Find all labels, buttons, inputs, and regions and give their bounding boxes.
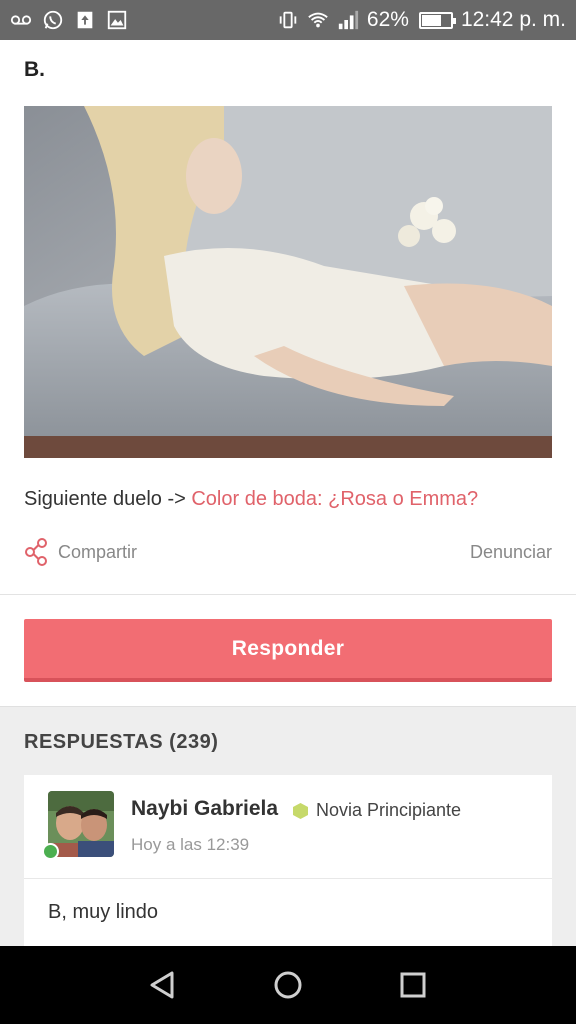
clock: 12:42 p. m.	[460, 8, 566, 31]
home-icon[interactable]	[271, 968, 305, 1002]
reply-text: B, muy lindo	[48, 901, 159, 923]
replies-title: RESPUESTAS (239)	[24, 731, 219, 753]
back-icon[interactable]	[146, 968, 180, 1002]
status-bar: 62% 12:42 p. m.	[0, 0, 576, 40]
hexagon-badge-icon	[292, 802, 309, 820]
whatsapp-icon	[42, 9, 64, 31]
battery-level	[421, 14, 441, 26]
voicemail-icon	[10, 9, 32, 31]
next-duel-line: Siguiente duelo -> Color de boda: ¿Rosa …	[24, 488, 478, 511]
status-left-icons	[10, 9, 128, 31]
share-button[interactable]: Compartir	[24, 537, 137, 567]
online-indicator	[42, 843, 59, 860]
reply-timestamp: Hoy a las 12:39	[131, 835, 250, 854]
recents-icon[interactable]	[396, 968, 430, 1002]
replies-section: RESPUESTAS (239) Naybi Gabriela Novia Pr…	[0, 706, 576, 955]
navigation-bar	[0, 946, 576, 1024]
next-duel-prefix: Siguiente duelo ->	[24, 488, 192, 510]
share-row: Compartir Denunciar	[24, 537, 552, 567]
divider	[0, 594, 576, 595]
post-image[interactable]	[24, 106, 552, 458]
card-divider	[24, 878, 552, 879]
badge-label: Novia Principiante	[316, 800, 462, 820]
next-duel-link[interactable]: Color de boda: ¿Rosa o Emma?	[191, 488, 478, 510]
share-label: Compartir	[58, 541, 138, 562]
upload-icon	[74, 9, 96, 31]
report-link[interactable]: Denunciar	[470, 542, 552, 563]
gallery-icon	[106, 9, 128, 31]
wifi-icon	[307, 9, 329, 31]
signal-icon	[337, 9, 359, 31]
reply-user-name[interactable]: Naybi Gabriela	[131, 797, 278, 821]
battery-percent: 62%	[366, 8, 409, 31]
vibrate-icon	[277, 9, 299, 31]
reply-button[interactable]: Responder	[24, 619, 552, 682]
user-badge: Novia Principiante	[292, 800, 461, 821]
status-right: 62% 12:42 p. m.	[277, 8, 566, 32]
battery-icon	[418, 11, 456, 29]
post-title: B.	[24, 58, 45, 81]
share-icon	[24, 537, 50, 567]
reply-card: Naybi Gabriela Novia Principiante Hoy a …	[24, 775, 552, 955]
